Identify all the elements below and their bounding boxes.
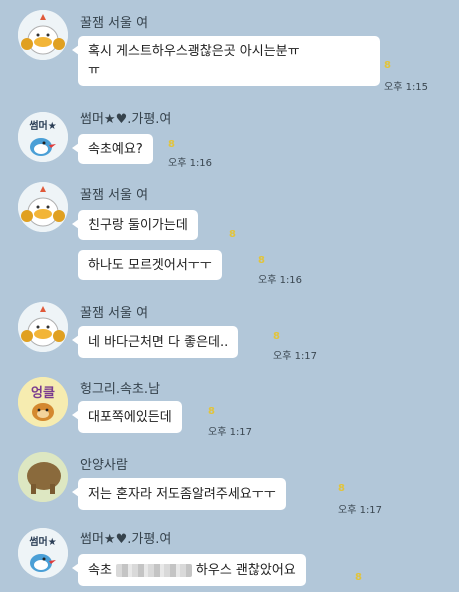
message-text: 하나도 모르겟어서ㅜㅜ — [88, 258, 212, 273]
chick-cheer-icon — [18, 182, 68, 232]
unread-count: 8 — [355, 572, 362, 583]
message-text: 하우스 괜찮았어요 — [195, 563, 296, 578]
unread-count: 8 — [229, 229, 236, 240]
message-text: 대포쪽에있든데 — [88, 410, 172, 425]
timestamp: 오후 1:17 — [338, 505, 383, 516]
timestamp: 오후 1:16 — [258, 275, 303, 286]
unread-count: 8 — [384, 60, 391, 71]
message-bubble[interactable]: 혹시 게스트하우스괭찮은곳 아시는분ㅠ ㅠ — [72, 36, 380, 86]
avatar[interactable] — [18, 302, 68, 352]
summer-bird-icon: 썸머★ — [18, 528, 68, 578]
sender-name: 헝그리.속초.남 — [80, 382, 161, 397]
svg-text:썸머★: 썸머★ — [29, 119, 56, 132]
sender-name: 꿀잼 서울 여 — [80, 16, 149, 31]
animal-photo-icon — [18, 452, 68, 502]
message-text: 속초예요? — [88, 142, 143, 157]
unread-count: 8 — [273, 331, 280, 342]
unread-count: 8 — [208, 406, 215, 417]
message-bubble[interactable]: 네 바다근처면 다 좋은데.. — [71, 326, 239, 358]
sender-name: 꿀잼 서울 여 — [80, 188, 149, 203]
avatar[interactable]: 엉클 — [18, 377, 68, 427]
message-text: ㅠ — [88, 63, 100, 78]
message-text: 혹시 게스트하우스괭찮은곳 아시는분ㅠ — [88, 44, 300, 59]
sender-name: 썸머★♥.가평.여 — [80, 112, 172, 127]
message-text: 저는 혼자라 저도좀알려주세요ㅜㅜ — [88, 487, 276, 502]
avatar[interactable]: 썸머★ — [18, 528, 68, 578]
timestamp: 오후 1:17 — [273, 351, 318, 362]
sender-name: 썸머★♥.가평.여 — [80, 532, 172, 547]
message-text: 네 바다근처면 다 좋은데.. — [88, 335, 229, 350]
redacted-text — [115, 564, 192, 577]
message-bubble[interactable]: 저는 혼자라 저도좀알려주세요ㅜㅜ — [72, 478, 286, 510]
svg-text:썸머★: 썸머★ — [29, 535, 56, 548]
message-bubble[interactable]: 하나도 모르겟어서ㅜㅜ — [78, 250, 222, 280]
avatar[interactable] — [18, 452, 68, 502]
avatar[interactable] — [18, 182, 68, 232]
message-bubble[interactable]: 대포쪽에있든데 — [72, 401, 182, 433]
unread-count: 8 — [168, 139, 175, 150]
chick-cheer-icon — [18, 302, 68, 352]
summer-bird-icon: 썸머★ — [18, 112, 68, 162]
svg-text:엉클: 엉클 — [31, 385, 55, 401]
message-text: 속초 — [88, 563, 112, 578]
unread-count: 8 — [338, 483, 345, 494]
message-bubble[interactable]: 속초 하우스 괜찮았어요 — [72, 554, 306, 586]
sender-name: 안양사람 — [80, 458, 128, 473]
message-text: 친구랑 둘이가는데 — [88, 218, 188, 233]
unread-count: 8 — [258, 255, 265, 266]
sender-name: 꿀잼 서울 여 — [80, 306, 149, 321]
timestamp: 오후 1:17 — [208, 427, 253, 438]
message-bubble[interactable]: 친구랑 둘이가는데 — [72, 210, 198, 240]
message-bubble[interactable]: 속초예요? — [72, 134, 153, 164]
timestamp: 오후 1:15 — [384, 82, 429, 93]
chick-cheer-icon — [18, 10, 68, 60]
avatar[interactable]: 썸머★ — [18, 112, 68, 162]
uncle-character-icon: 엉클 — [18, 377, 68, 427]
avatar[interactable] — [18, 10, 68, 60]
timestamp: 오후 1:16 — [168, 158, 213, 169]
